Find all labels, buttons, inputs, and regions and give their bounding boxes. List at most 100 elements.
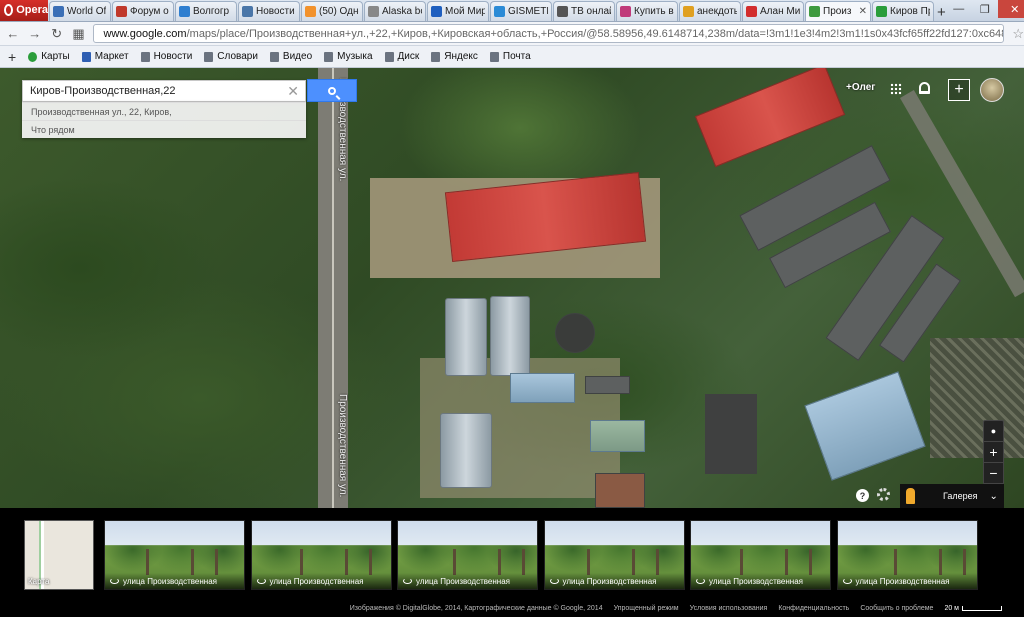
browser-tab[interactable]: ТВ онлай: [553, 1, 615, 21]
terms-link[interactable]: Условия использования: [690, 605, 768, 612]
tab-title: Кирoв Пр: [890, 6, 930, 17]
street-view-icon: [256, 578, 266, 584]
browser-tab[interactable]: Форум о: [112, 1, 174, 21]
browser-tab[interactable]: GISMETE: [490, 1, 552, 21]
bookmark-item[interactable]: Новости: [140, 51, 193, 62]
settings-gear-icon[interactable]: [877, 488, 890, 501]
street-view-photo[interactable]: улица Производственная: [543, 520, 685, 590]
mail-icon: [431, 6, 442, 17]
report-problem-link[interactable]: Сообщить о проблеме: [860, 605, 933, 612]
document-icon: [431, 51, 441, 62]
bookmarks-bar: + Карты Маркет Новости Словари Видео Музыка Ди…: [0, 46, 1024, 68]
street-view-photo[interactable]: улица Производственная: [250, 520, 392, 590]
tab-title: Произ: [823, 6, 852, 17]
browser-tab[interactable]: Новости: [238, 1, 300, 21]
forward-icon[interactable]: →: [28, 26, 42, 41]
back-icon[interactable]: ←: [6, 26, 20, 41]
tab-title: GISMETE: [508, 6, 548, 17]
opera-menu-button[interactable]: Opera: [0, 0, 48, 21]
photo-caption-text: улица Производственная: [123, 576, 217, 586]
forum-icon: [116, 6, 127, 17]
reload-icon[interactable]: ↻: [50, 26, 64, 42]
suggestion-nearby[interactable]: Что рядом: [22, 120, 306, 138]
tab-bar: Opera World Of Форум о Волгогр Новости (50) …: [0, 0, 1024, 22]
bookmark-label: Новости: [153, 51, 193, 62]
bookmark-item[interactable]: Словари: [204, 51, 258, 62]
street-view-photo[interactable]: улица Производственная: [690, 520, 831, 590]
street-view-icon: [110, 578, 119, 584]
street-view-photo[interactable]: улица Производственная: [104, 520, 245, 590]
zoom-out-button[interactable]: −: [984, 463, 1003, 484]
share-plus-button[interactable]: +: [948, 79, 970, 101]
search-button[interactable]: [307, 79, 357, 102]
maps-icon: [28, 51, 38, 62]
street-view-icon: [696, 578, 705, 584]
browser-tab[interactable]: Волгогр: [175, 1, 237, 21]
browser-tab[interactable]: World Of: [49, 1, 111, 21]
photo-caption: улица Производственная: [544, 573, 684, 589]
gallery-toggle[interactable]: Галерея ⌄: [900, 484, 1004, 508]
user-name-link[interactable]: +Олег: [846, 82, 875, 93]
bookmark-item[interactable]: Видео: [269, 51, 312, 62]
photo-caption-text: улица Производственная: [855, 576, 950, 586]
bookmark-star-icon[interactable]: ☆: [1012, 26, 1024, 42]
document-icon: [368, 6, 379, 17]
shop-icon: [620, 6, 631, 17]
browser-tab[interactable]: анекдоть: [679, 1, 741, 21]
bookmark-item[interactable]: Маркет: [81, 51, 129, 62]
round-structure: [555, 313, 595, 353]
address-bar[interactable]: www.google.com/maps/place/Производственн…: [93, 24, 1005, 43]
bookmark-item[interactable]: Диск: [384, 51, 420, 62]
browser-tab[interactable]: Кирoв Пр: [872, 1, 934, 21]
zoom-in-button[interactable]: +: [984, 442, 1003, 463]
hangar-2: [490, 296, 530, 376]
tab-title: World Of: [67, 6, 107, 17]
search-input[interactable]: Киров-Производственная,22 ✕: [22, 80, 306, 102]
map-scale[interactable]: 20 м: [944, 605, 1002, 612]
my-location-icon[interactable]: ●: [984, 421, 1003, 442]
apps-grid-icon[interactable]: [890, 83, 902, 95]
avatar[interactable]: [980, 78, 1004, 102]
map-view-thumbnail[interactable]: Карта: [24, 520, 94, 590]
close-window-icon[interactable]: ✕: [997, 0, 1024, 18]
suggestion-address[interactable]: Производственная ул., 22, Киров,: [22, 102, 306, 120]
browser-tab[interactable]: Мой Мир: [427, 1, 489, 21]
bookmark-label: Словари: [217, 51, 258, 62]
close-tab-icon[interactable]: ✕: [859, 6, 867, 17]
pegman-icon[interactable]: [906, 488, 915, 504]
document-icon: [140, 51, 150, 62]
browser-tab[interactable]: Купить в: [616, 1, 678, 21]
street-view-photo[interactable]: улица Производственная: [397, 520, 538, 590]
bookmark-item[interactable]: Яндекс: [431, 51, 478, 62]
navigation-bar: ← → ↻ ▦ www.google.com/maps/place/Произв…: [0, 22, 1024, 46]
brown-roof-building: [595, 473, 645, 508]
privacy-link[interactable]: Конфиденциальность: [778, 605, 849, 612]
tv-icon: [557, 6, 568, 17]
browser-tab[interactable]: Alaska bo: [364, 1, 426, 21]
red-roof-building-north: [694, 68, 846, 168]
street-view-icon: [842, 578, 852, 584]
speed-dial-icon[interactable]: ▦: [72, 26, 86, 42]
street-view-photo[interactable]: улица Производственная: [836, 520, 978, 590]
scale-bar: [962, 606, 1002, 611]
bookmark-label: Почта: [502, 51, 531, 62]
blue-roof-warehouse: [804, 371, 926, 481]
new-tab-button[interactable]: +: [937, 3, 946, 21]
help-icon[interactable]: ?: [856, 489, 869, 502]
gallery-label: Галерея: [943, 491, 978, 501]
add-bookmark-icon[interactable]: +: [8, 49, 16, 65]
bookmark-item[interactable]: Почта: [489, 51, 531, 62]
bookmark-item[interactable]: Музыка: [324, 51, 373, 62]
clear-search-icon[interactable]: ✕: [287, 83, 299, 100]
browser-tab[interactable]: (50) Одно: [301, 1, 363, 21]
browser-tab[interactable]: Алан Ми: [742, 1, 804, 21]
notifications-bell-icon[interactable]: [919, 82, 930, 94]
simple-mode-link[interactable]: Упрощенный режим: [614, 605, 679, 612]
bookmark-label: Диск: [397, 51, 420, 62]
bookmark-item[interactable]: Карты: [28, 51, 70, 62]
tab-title: Мой Мир: [445, 6, 485, 17]
hangar-1: [445, 298, 487, 376]
browser-tab[interactable]: Произ ✕: [805, 1, 871, 21]
restore-icon[interactable]: ❐: [972, 0, 998, 18]
minimize-icon[interactable]: —: [946, 0, 972, 18]
